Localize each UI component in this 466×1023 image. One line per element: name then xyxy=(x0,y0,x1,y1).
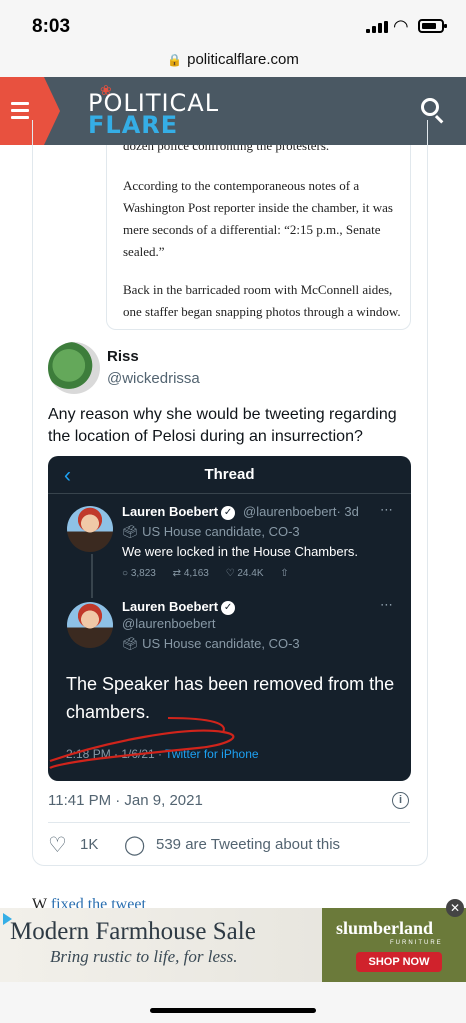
divider xyxy=(48,822,410,823)
article-paragraph: Back in the barricaded room with McConne… xyxy=(123,282,401,329)
info-icon[interactable]: i xyxy=(392,792,409,809)
ad-image[interactable]: Modern Farmhouse Sale Bring rustic to li… xyxy=(0,908,322,982)
status-bar: 8:03 ◠ xyxy=(0,0,466,48)
url-text: politicalflare.com xyxy=(187,51,299,68)
tweet-text: Any reason why she would be tweeting reg… xyxy=(48,406,397,445)
browser-bottom xyxy=(0,982,466,1023)
battery-icon xyxy=(418,19,447,33)
close-icon[interactable]: ✕ xyxy=(446,899,464,917)
ad-brand-panel[interactable]: slumberland FURNITURE SHOP NOW xyxy=(322,908,466,982)
article-cut-line: dozen police confronting the protesters. xyxy=(123,145,330,153)
ad-banner[interactable]: Modern Farmhouse Sale Bring rustic to li… xyxy=(0,908,466,982)
lock-icon: 🔒 xyxy=(167,53,183,67)
signal-icon xyxy=(366,21,390,33)
comment-icon[interactable]: ◯ xyxy=(124,834,145,857)
article-paragraph: According to the contemporaneous notes o… xyxy=(123,178,393,259)
like-count[interactable]: 1K xyxy=(80,836,98,853)
search-icon[interactable] xyxy=(421,98,439,116)
ad-subtitle: Bring rustic to life, for less. xyxy=(50,947,238,966)
address-bar[interactable]: 🔒 politicalflare.com xyxy=(0,48,466,78)
home-indicator[interactable] xyxy=(150,1008,316,1013)
status-time: 8:03 xyxy=(32,16,71,37)
tweet-timestamp[interactable]: 11:41 PM · Jan 9, 2021 xyxy=(48,792,203,809)
embedded-article: dozen police confronting the protesters.… xyxy=(106,145,411,330)
embedded-screenshot[interactable]: ‹ Thread Lauren Boebert ✓ @laurenboebert·… xyxy=(48,456,411,781)
red-annotation-mark xyxy=(49,717,235,769)
ad-title: Modern Farmhouse Sale xyxy=(10,918,256,945)
ad-brand: slumberland xyxy=(336,918,434,938)
heart-icon[interactable]: ♡ xyxy=(48,833,67,858)
wifi-icon: ◠ xyxy=(393,16,409,36)
ad-brand-sub: FURNITURE xyxy=(390,940,443,946)
author-name[interactable]: Riss xyxy=(107,348,139,365)
author-handle[interactable]: @wickedrissa xyxy=(107,370,200,387)
ad-shop-button[interactable]: SHOP NOW xyxy=(356,952,442,972)
avatar[interactable] xyxy=(48,342,100,394)
tweeting-about-link[interactable]: 539 are Tweeting about this xyxy=(156,836,340,853)
